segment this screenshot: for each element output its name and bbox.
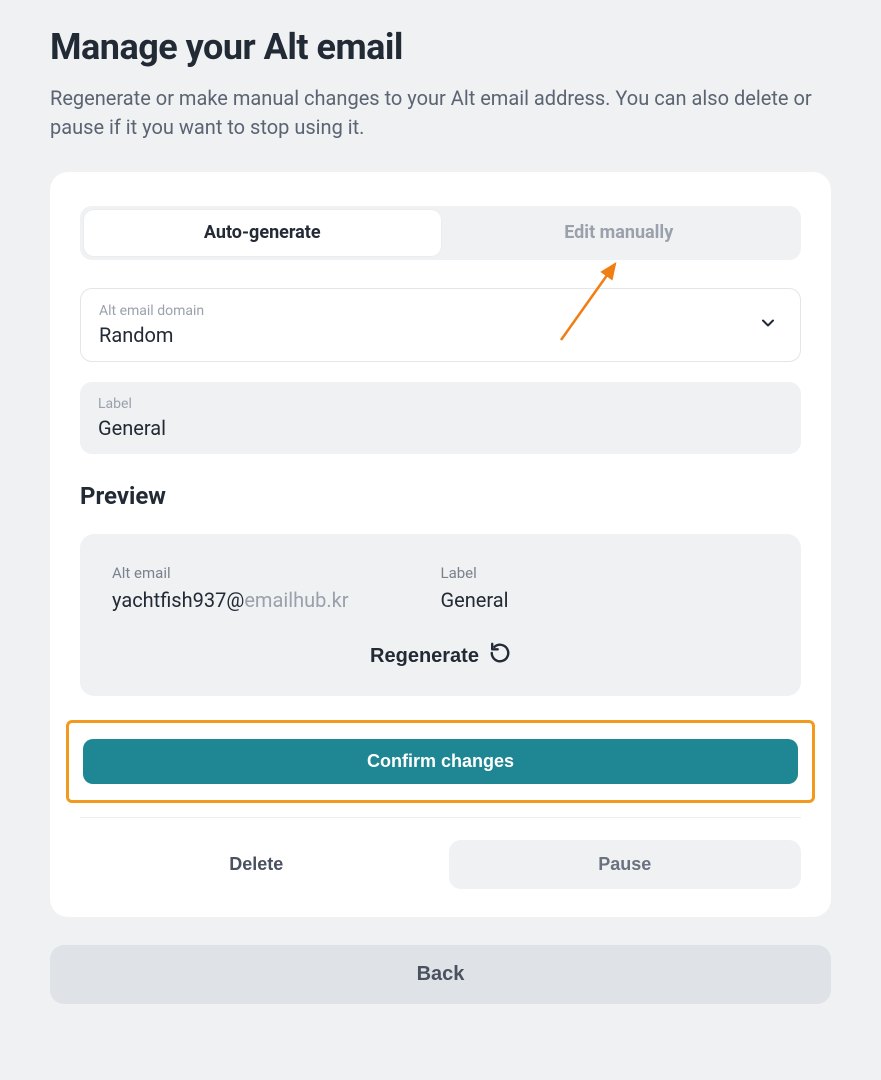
divider (80, 817, 801, 818)
preview-box: Alt email yachtfish937@emailhub.kr Label… (80, 534, 801, 696)
chevron-down-icon (758, 313, 778, 337)
page-title: Manage your Alt email (50, 26, 831, 68)
preview-label-value: General (441, 588, 770, 612)
mode-tabs: Auto-generate Edit manually (80, 206, 801, 260)
alt-email-domain-label: Alt email domain (99, 303, 782, 319)
preview-alt-email-value: yachtfish937@emailhub.kr (112, 588, 441, 612)
preview-alt-email-domain: emailhub.kr (244, 588, 348, 612)
regenerate-button[interactable]: Regenerate (370, 642, 511, 670)
confirm-changes-button[interactable]: Confirm changes (83, 739, 798, 784)
secondary-actions: Delete Pause (80, 840, 801, 889)
delete-button[interactable]: Delete (80, 840, 433, 889)
preview-alt-email-col: Alt email yachtfish937@emailhub.kr (112, 564, 441, 612)
refresh-icon (489, 642, 511, 670)
confirm-highlight: Confirm changes (66, 720, 815, 803)
preview-alt-email-local: yachtfish937@ (112, 588, 244, 612)
alt-email-domain-select[interactable]: Alt email domain Random (80, 288, 801, 362)
tab-edit-manually[interactable]: Edit manually (441, 210, 798, 256)
settings-card: Auto-generate Edit manually Alt email do… (50, 172, 831, 917)
pause-button[interactable]: Pause (449, 840, 802, 889)
preview-heading: Preview (80, 482, 801, 510)
alt-email-domain-value: Random (99, 323, 782, 347)
tab-auto-generate[interactable]: Auto-generate (84, 210, 441, 256)
preview-label-label: Label (441, 564, 770, 582)
page-subtitle: Regenerate or make manual changes to you… (50, 84, 831, 142)
regenerate-label: Regenerate (370, 645, 479, 668)
label-field: Label General (80, 382, 801, 454)
preview-grid: Alt email yachtfish937@emailhub.kr Label… (112, 564, 769, 612)
preview-label-col: Label General (441, 564, 770, 612)
back-button[interactable]: Back (50, 945, 831, 1004)
preview-alt-email-label: Alt email (112, 564, 441, 582)
label-field-value: General (98, 416, 783, 440)
label-field-label: Label (98, 396, 783, 412)
